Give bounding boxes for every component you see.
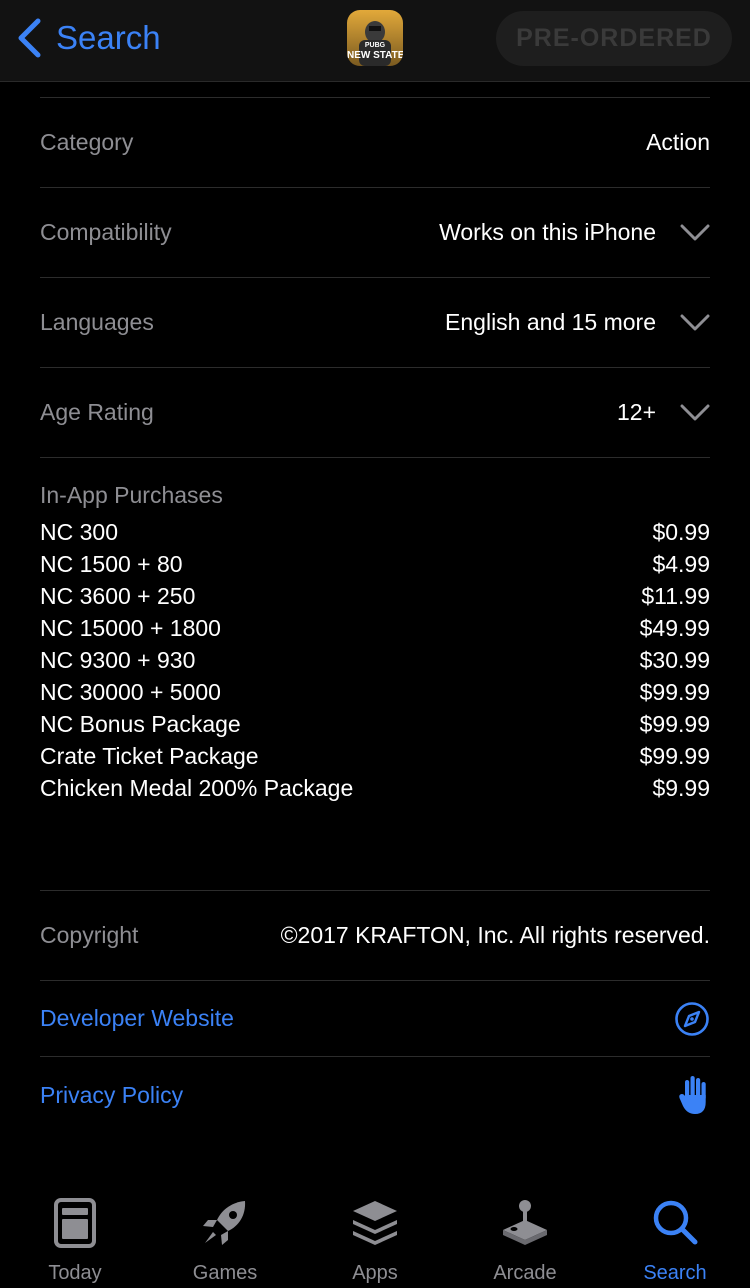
iap-name: NC 300 <box>40 518 118 545</box>
list-item: NC Bonus Package $99.99 <box>40 708 710 740</box>
age-rating-value: 12+ <box>617 399 710 426</box>
developer-website-label: Developer Website <box>40 1005 234 1031</box>
iap-price: $99.99 <box>639 742 710 769</box>
compatibility-value-text: Works on this iPhone <box>439 219 656 245</box>
list-item: Chicken Medal 200% Package $9.99 <box>40 772 710 804</box>
chevron-down-icon <box>680 224 710 240</box>
age-rating-value-text: 12+ <box>616 399 656 425</box>
list-item: NC 1500 + 80 $4.99 <box>40 548 710 580</box>
list-item: NC 30000 + 5000 $99.99 <box>40 676 710 708</box>
in-app-purchases-list: NC 300 $0.99 NC 1500 + 80 $4.99 NC 3600 … <box>40 516 710 804</box>
list-item: NC 3600 + 250 $11.99 <box>40 580 710 612</box>
compatibility-row[interactable]: Compatibility Works on this iPhone <box>40 188 710 278</box>
iap-price: $99.99 <box>639 710 710 737</box>
navigation-bar: Search PUBG NEW STATE PRE-ORDERED <box>0 0 750 82</box>
languages-label: Languages <box>40 309 154 335</box>
app-icon-text-top: PUBG <box>364 42 386 49</box>
privacy-policy-label: Privacy Policy <box>40 1081 184 1108</box>
iap-name: NC 30000 + 5000 <box>40 678 221 705</box>
tab-label: Apps <box>352 1262 398 1284</box>
app-icon[interactable]: PUBG NEW STATE <box>347 10 403 66</box>
category-row: Category Action <box>40 98 710 188</box>
today-icon <box>54 1198 96 1248</box>
tab-games[interactable]: Games <box>150 1180 300 1288</box>
back-label: Search <box>56 19 161 56</box>
chevron-down-icon <box>680 404 710 420</box>
rocket-icon <box>203 1201 246 1245</box>
languages-row[interactable]: Languages English and 15 more <box>40 278 710 368</box>
list-item: Crate Ticket Package $99.99 <box>40 740 710 772</box>
iap-price: $11.99 <box>641 582 710 609</box>
iap-name: Crate Ticket Package <box>40 742 259 769</box>
compatibility-label: Compatibility <box>40 219 172 245</box>
list-item: NC 9300 + 930 $30.99 <box>40 644 710 676</box>
app-icon-text: NEW STATE <box>347 50 403 61</box>
tab-arcade[interactable]: Arcade <box>450 1180 600 1288</box>
iap-price: $0.99 <box>652 518 710 545</box>
in-app-purchases-title: In-App Purchases <box>40 482 223 508</box>
list-item: NC 15000 + 1800 $49.99 <box>40 612 710 644</box>
tab-label: Arcade <box>493 1262 557 1284</box>
joystick-icon <box>503 1200 547 1245</box>
languages-value-text: English and 15 more <box>445 309 656 335</box>
iap-price: $49.99 <box>639 614 710 641</box>
copyright-value: ©2017 KRAFTON, Inc. All rights reserved. <box>280 922 710 948</box>
compatibility-value: Works on this iPhone <box>439 219 710 246</box>
iap-name: NC 3600 + 250 <box>40 582 196 609</box>
copyright-row: Copyright ©2017 KRAFTON, Inc. All rights… <box>40 891 710 981</box>
chevron-down-icon <box>680 314 710 330</box>
back-button[interactable]: Search <box>16 16 161 60</box>
category-value: Action <box>646 129 710 156</box>
languages-value: English and 15 more <box>445 309 710 336</box>
iap-price: $99.99 <box>639 678 710 705</box>
layers-icon <box>353 1201 397 1245</box>
copyright-label: Copyright <box>40 922 139 948</box>
developer-website-link[interactable]: Developer Website <box>40 981 710 1057</box>
tab-today[interactable]: Today <box>0 1180 150 1288</box>
iap-name: NC Bonus Package <box>40 710 241 737</box>
iap-price: $30.99 <box>639 646 710 673</box>
pre-ordered-button[interactable]: PRE-ORDERED <box>496 11 732 66</box>
tab-bar: Today Games Apps Arcade Search <box>0 1180 750 1288</box>
iap-name: Chicken Medal 200% Package <box>40 774 354 801</box>
category-label: Category <box>40 129 134 155</box>
tab-label: Search <box>643 1262 707 1284</box>
tab-label: Today <box>48 1262 102 1284</box>
tab-search[interactable]: Search <box>600 1180 750 1288</box>
age-rating-label: Age Rating <box>40 399 154 425</box>
list-item: NC 300 $0.99 <box>40 516 710 548</box>
iap-name: NC 15000 + 1800 <box>40 614 221 641</box>
hand-icon <box>679 1076 706 1114</box>
iap-name: NC 9300 + 930 <box>40 646 196 673</box>
tab-apps[interactable]: Apps <box>300 1180 450 1288</box>
iap-price: $4.99 <box>652 550 710 577</box>
category-value-text: Action <box>646 129 710 155</box>
iap-name: NC 1500 + 80 <box>40 550 183 577</box>
privacy-policy-link[interactable]: Privacy Policy <box>40 1057 710 1133</box>
iap-price: $9.99 <box>652 774 710 801</box>
compass-icon <box>675 1001 709 1036</box>
chevron-left-icon <box>18 18 41 58</box>
age-rating-row[interactable]: Age Rating 12+ <box>40 368 710 458</box>
search-icon <box>653 1200 698 1245</box>
tab-label: Games <box>192 1262 258 1284</box>
